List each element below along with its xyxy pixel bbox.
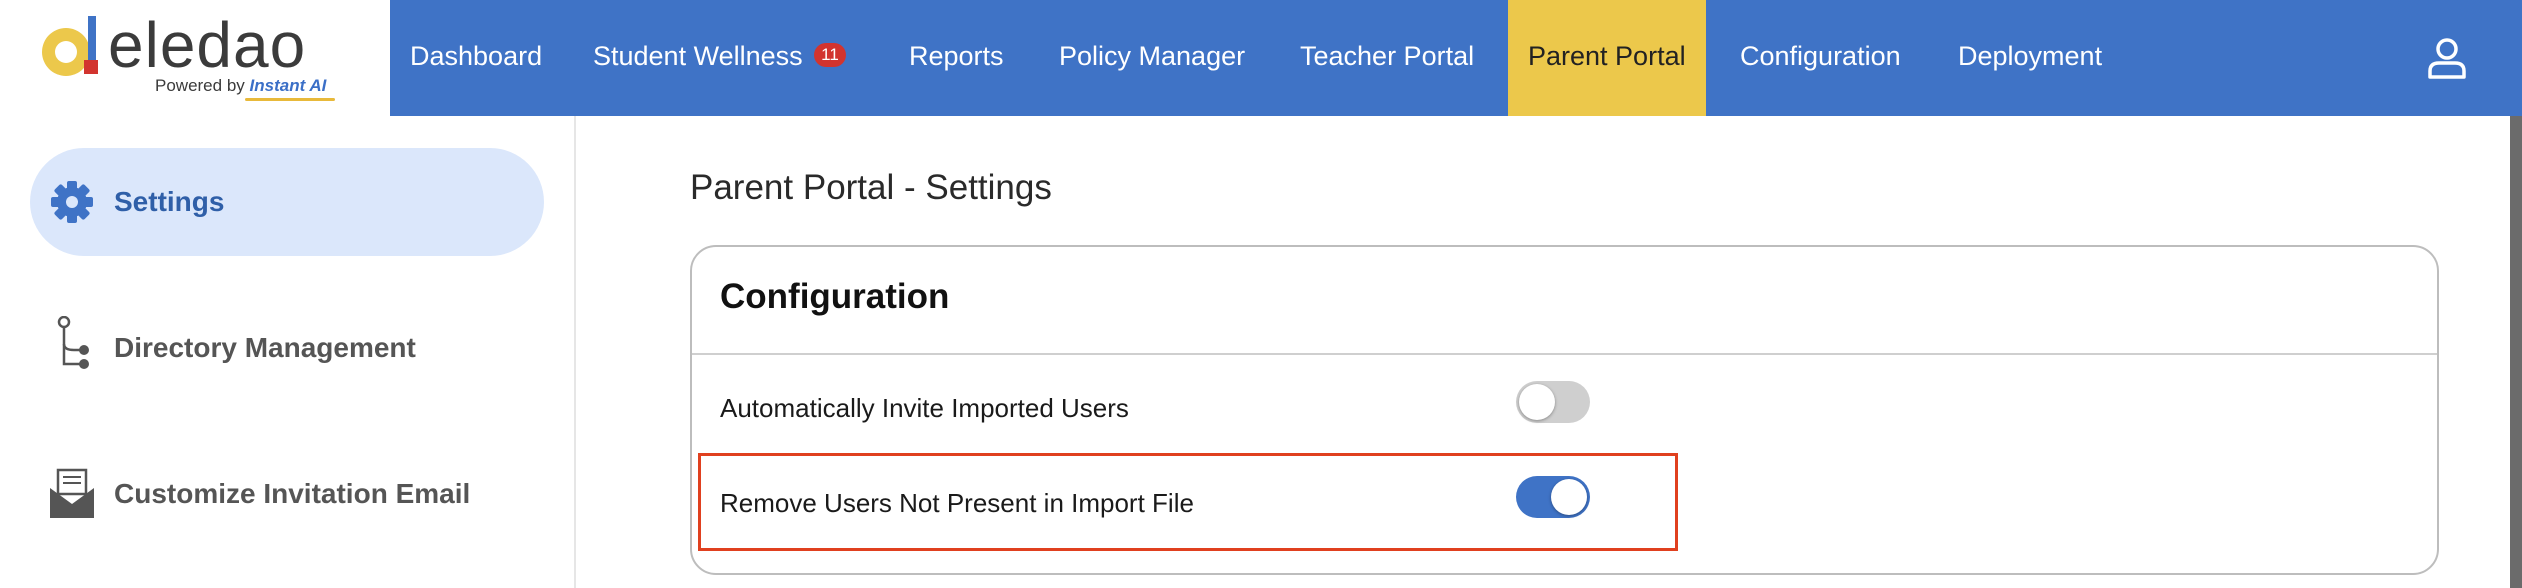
powered-by-brand: Instant AI xyxy=(249,76,327,95)
card-title: Configuration xyxy=(720,277,950,316)
window-scrollbar-edge xyxy=(2510,116,2522,588)
powered-by: Powered by Instant AI xyxy=(155,76,326,96)
nav-item-reports[interactable]: Reports xyxy=(909,0,1004,116)
card-header: Configuration xyxy=(692,247,2437,355)
logo[interactable]: eledao Powered by Instant AI xyxy=(0,0,390,116)
nav-item-label: Dashboard xyxy=(410,41,543,71)
nav-item-label: Deployment xyxy=(1958,41,2103,71)
sidebar-item-settings[interactable]: Settings xyxy=(30,148,544,256)
directory-tree-icon xyxy=(57,316,89,369)
nav-item-label: Parent Portal xyxy=(1528,41,1686,71)
nav-item-policy-manager[interactable]: Policy Manager xyxy=(1059,0,1245,116)
brand-underline xyxy=(245,98,335,101)
nav-item-teacher-portal[interactable]: Teacher Portal xyxy=(1300,0,1474,116)
brand-name: eledao xyxy=(108,9,307,81)
main-navigation: Dashboard Student Wellness 11 Reports Po… xyxy=(390,0,2522,116)
powered-by-prefix: Powered by xyxy=(155,76,245,95)
nav-item-parent-portal[interactable]: Parent Portal xyxy=(1508,0,1706,116)
nav-item-label: Policy Manager xyxy=(1059,41,1246,71)
nav-item-dashboard[interactable]: Dashboard xyxy=(410,0,542,116)
nav-item-label: Student Wellness xyxy=(593,41,803,71)
sidebar-item-label: Customize Invitation Email xyxy=(114,478,471,509)
nav-item-student-wellness[interactable]: Student Wellness 11 xyxy=(593,0,846,116)
toggle-knob xyxy=(1519,384,1555,420)
sidebar: Settings Directory Management Customize … xyxy=(0,116,576,588)
auto-invite-toggle[interactable] xyxy=(1516,381,1590,423)
notification-badge: 11 xyxy=(814,42,846,67)
sidebar-item-label: Settings xyxy=(114,186,225,217)
nav-item-label: Reports xyxy=(909,41,1004,71)
sidebar-item-customize-invitation-email[interactable]: Customize Invitation Email xyxy=(30,440,544,548)
nav-item-deployment[interactable]: Deployment xyxy=(1958,0,2102,116)
auto-invite-label: Automatically Invite Imported Users xyxy=(720,393,1129,423)
nav-item-label: Teacher Portal xyxy=(1300,41,1475,71)
user-icon[interactable] xyxy=(2425,36,2469,80)
eledao-logo-mark-icon xyxy=(42,16,98,76)
highlight-box xyxy=(698,453,1678,551)
top-bar: eledao Powered by Instant AI Dashboard S… xyxy=(0,0,2522,116)
mail-icon xyxy=(50,468,94,518)
nav-item-configuration[interactable]: Configuration xyxy=(1740,0,1901,116)
nav-item-label: Configuration xyxy=(1740,41,1901,71)
sidebar-item-directory-management[interactable]: Directory Management xyxy=(30,294,544,402)
gear-icon xyxy=(51,181,93,223)
sidebar-item-label: Directory Management xyxy=(114,332,416,363)
page-title: Parent Portal - Settings xyxy=(690,168,1052,207)
